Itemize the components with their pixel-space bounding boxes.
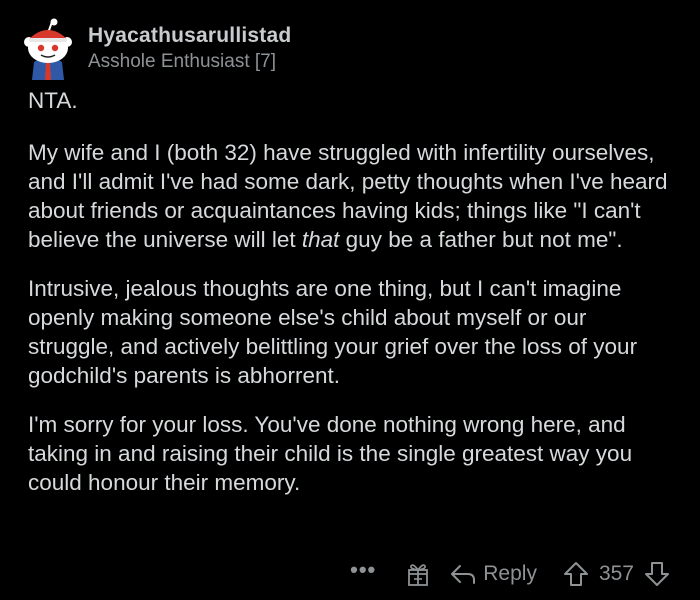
comment-paragraph: Intrusive, jealous thoughts are one thin… bbox=[28, 276, 638, 388]
reply-label: Reply bbox=[483, 562, 537, 585]
reply-button[interactable]: Reply bbox=[450, 562, 537, 586]
comment-paragraph: NTA. bbox=[28, 88, 78, 113]
vote-controls: 357 bbox=[563, 561, 670, 587]
user-avatar[interactable] bbox=[20, 18, 76, 80]
downvote-arrow-icon[interactable] bbox=[644, 561, 670, 587]
author-info: Hyacathusarullistad Asshole Enthusiast [… bbox=[88, 24, 291, 74]
italic-emphasis: that bbox=[301, 227, 340, 252]
reply-arrow-icon bbox=[451, 565, 476, 584]
vote-score: 357 bbox=[598, 562, 634, 585]
comment-header: Hyacathusarullistad Asshole Enthusiast [… bbox=[20, 14, 680, 80]
comment-body: NTA. My wife and I (both 32) have strugg… bbox=[28, 86, 678, 517]
author-flair: Asshole Enthusiast [7] bbox=[88, 51, 276, 72]
comment-actions-bar: ••• Reply 357 bbox=[350, 558, 670, 590]
author-username[interactable]: Hyacathusarullistad bbox=[88, 24, 291, 48]
award-gift-button[interactable] bbox=[406, 561, 430, 587]
more-options-icon[interactable]: ••• bbox=[350, 559, 376, 587]
comment-paragraph: My wife and I (both 32) have struggled w… bbox=[28, 138, 678, 254]
paragraph-text-tail: guy be a father but not me". bbox=[339, 227, 623, 252]
upvote-arrow-icon[interactable] bbox=[563, 561, 589, 587]
comment-paragraph: I'm sorry for your loss. You've done not… bbox=[28, 412, 633, 495]
award-gift-icon bbox=[408, 564, 429, 586]
reddit-snoo-avatar-icon bbox=[24, 18, 72, 80]
